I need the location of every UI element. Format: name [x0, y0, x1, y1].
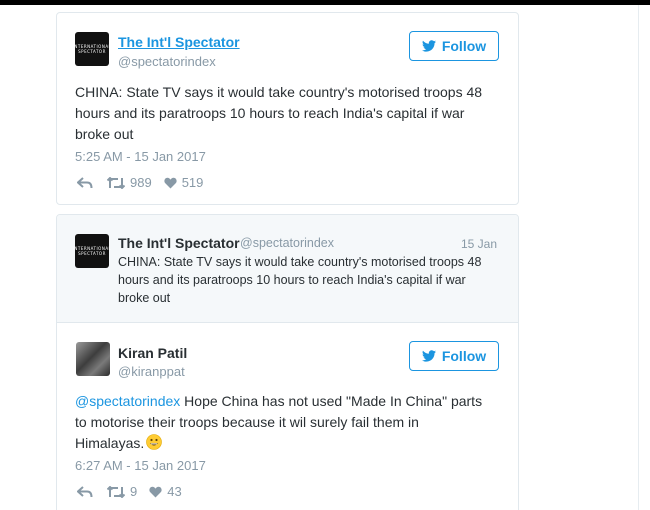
- follow-label: Follow: [441, 348, 487, 364]
- quoted-author-handle: @spectatorindex: [240, 236, 334, 250]
- heart-icon: [149, 486, 162, 497]
- like-count: 519: [181, 175, 204, 190]
- avatar[interactable]: [76, 342, 110, 376]
- avatar-text-line: SPECTATOR: [78, 49, 106, 54]
- author-name-link[interactable]: The Int'l Spectator: [118, 34, 240, 50]
- tweet-card: INTERNATIONAL SPECTATOR The Int'l Specta…: [56, 12, 519, 205]
- quoted-author-name: The Int'l Spectator: [118, 235, 240, 251]
- quoted-date: 15 Jan: [461, 237, 498, 251]
- heart-icon: [164, 177, 177, 188]
- twitter-bird-icon: [421, 40, 436, 52]
- retweet-button[interactable]: 989: [107, 175, 152, 190]
- page-divider: [638, 5, 639, 510]
- reply-button[interactable]: [77, 485, 93, 498]
- avatar[interactable]: INTERNATIONAL SPECTATOR: [73, 234, 111, 268]
- tweet-actions: 989 519: [77, 175, 203, 190]
- reply-icon: [77, 176, 93, 188]
- tweet-timestamp[interactable]: 6:27 AM - 15 Jan 2017: [75, 458, 206, 473]
- like-button[interactable]: 519: [164, 175, 204, 190]
- twitter-bird-icon: [421, 350, 436, 362]
- mention-link[interactable]: @spectatorindex: [75, 393, 180, 409]
- tweet-actions: 9 43: [77, 484, 182, 499]
- retweet-count: 989: [130, 175, 152, 190]
- like-count: 43: [167, 484, 182, 499]
- follow-button[interactable]: Follow: [409, 31, 499, 61]
- retweet-icon: [107, 176, 125, 189]
- quoted-text: CHINA: State TV says it would take count…: [118, 255, 482, 305]
- retweet-button[interactable]: 9: [107, 484, 137, 499]
- quoted-tweet[interactable]: INTERNATIONAL SPECTATOR The Int'l Specta…: [57, 215, 518, 323]
- author-handle[interactable]: @kiranppat: [118, 364, 185, 379]
- retweet-icon: [107, 485, 125, 498]
- follow-label: Follow: [441, 38, 487, 54]
- reply-icon: [77, 485, 93, 497]
- tweet-timestamp[interactable]: 5:25 AM - 15 Jan 2017: [75, 149, 206, 164]
- avatar[interactable]: INTERNATIONAL SPECTATOR: [73, 32, 111, 66]
- reply-button[interactable]: [77, 176, 93, 189]
- retweet-count: 9: [130, 484, 138, 499]
- author-name[interactable]: Kiran Patil: [118, 345, 187, 361]
- author-handle[interactable]: @spectatorindex: [118, 54, 216, 69]
- like-button[interactable]: 43: [149, 484, 182, 499]
- follow-button[interactable]: Follow: [409, 341, 499, 371]
- grinning-face-emoji-icon: [146, 434, 163, 450]
- tweet-card: INTERNATIONAL SPECTATOR The Int'l Specta…: [56, 214, 519, 510]
- top-bar: [0, 0, 650, 5]
- avatar-text-line: SPECTATOR: [78, 251, 106, 256]
- tweet-text: CHINA: State TV says it would take count…: [75, 84, 483, 142]
- tweet-text: @spectatorindex Hope China has not used …: [75, 391, 485, 454]
